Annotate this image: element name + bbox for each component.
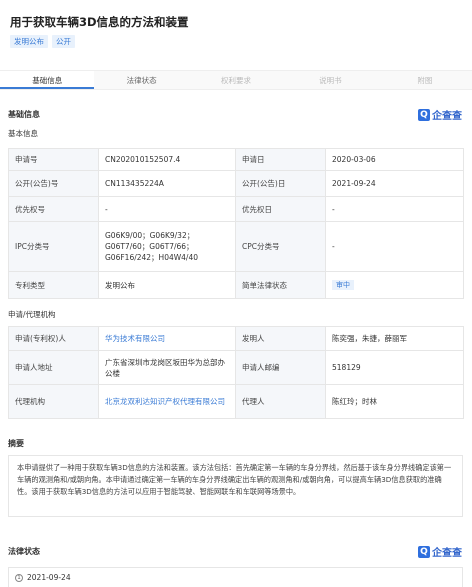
- table-row: 代理机构 北京龙双利达知识产权代理有限公司 代理人 陈红玲；时林: [8, 384, 464, 419]
- table-row: 专利类型 发明公布 简单法律状态 审中: [8, 271, 464, 299]
- field-value: 华为技术有限公司: [98, 326, 236, 351]
- field-label: 申请号: [8, 148, 99, 171]
- qichacha-logo[interactable]: Q 企查查: [418, 544, 462, 559]
- qichacha-icon: Q: [418, 545, 430, 558]
- qichacha-icon: Q: [418, 108, 430, 121]
- field-value: CN113435224A: [98, 170, 236, 197]
- field-label: 优先权日: [235, 196, 326, 222]
- legal-status-badge: 审中: [332, 280, 354, 290]
- tab-basic-info[interactable]: 基础信息: [0, 71, 95, 89]
- field-value: G06K9/00；G06K9/32；G06T7/60；G06T7/66；G06F…: [98, 221, 236, 272]
- field-label: 简单法律状态: [235, 271, 326, 299]
- tab-bar: 基础信息 法律状态 权利要求 说明书 附图: [0, 70, 472, 90]
- field-value: 2021-09-24: [325, 170, 464, 197]
- abstract-title: 摘要: [8, 439, 24, 448]
- field-label: 专利类型: [8, 271, 99, 299]
- field-label: 代理人: [235, 384, 326, 419]
- timeline-index-icon: 1: [15, 573, 23, 582]
- field-value: 北京龙双利达知识产权代理有限公司: [98, 384, 236, 419]
- field-value: 518129: [325, 350, 464, 385]
- applicant-table: 申请(专利权)人 华为技术有限公司 发明人 陈奕强，朱捷，薛丽军 申请人地址 广…: [8, 326, 464, 419]
- field-label: 申请(专利权)人: [8, 326, 99, 351]
- field-label: 发明人: [235, 326, 326, 351]
- table-row: 申请人地址 广东省深圳市龙岗区坂田华为总部办公楼 申请人邮编 518129: [8, 350, 464, 385]
- table-row: 申请(专利权)人 华为技术有限公司 发明人 陈奕强，朱捷，薛丽军: [8, 326, 464, 351]
- basic-info-header: 基础信息 Q 企查查: [8, 107, 462, 122]
- legal-status-header: 法律状态 Q 企查查: [8, 544, 462, 559]
- field-label: CPC分类号: [235, 221, 326, 272]
- applicant-link[interactable]: 华为技术有限公司: [105, 334, 165, 343]
- table-row: 公开(公告)号 CN113435224A 公开(公告)日 2021-09-24: [8, 170, 464, 197]
- tab-claims[interactable]: 权利要求: [189, 71, 283, 89]
- abstract-text: 本申请提供了一种用于获取车辆3D信息的方法和装置。该方法包括：首先确定第一车辆的…: [8, 455, 463, 517]
- page-title: 用于获取车辆3D信息的方法和装置: [10, 15, 189, 29]
- legal-status-title: 法律状态: [8, 547, 40, 556]
- qichacha-brand-text: 企查查: [432, 548, 462, 559]
- field-value: 审中: [325, 271, 464, 299]
- field-value: 陈红玲；时林: [325, 384, 464, 419]
- qichacha-brand-text: 企查查: [432, 111, 462, 122]
- basic-info-subtitle: 基本信息: [8, 129, 38, 138]
- timeline-date: 2021-09-24: [27, 573, 71, 582]
- field-label: 申请人邮编: [235, 350, 326, 385]
- applicant-subtitle: 申请/代理机构: [8, 310, 56, 319]
- field-label: IPC分类号: [8, 221, 99, 272]
- tab-drawings[interactable]: 附图: [378, 71, 472, 89]
- field-label: 申请日: [235, 148, 326, 171]
- tag-publication-type: 发明公布: [10, 35, 48, 48]
- agency-link[interactable]: 北京龙双利达知识产权代理有限公司: [105, 397, 225, 406]
- field-label: 优先权号: [8, 196, 99, 222]
- tag-status: 公开: [52, 35, 75, 48]
- basic-info-title: 基础信息: [8, 110, 40, 119]
- tab-description[interactable]: 说明书: [283, 71, 377, 89]
- tag-list: 发明公布 公开: [10, 35, 462, 48]
- table-row: 申请号 CN202010152507.4 申请日 2020-03-06: [8, 148, 464, 171]
- field-value: 发明公布: [98, 271, 236, 299]
- field-value: CN202010152507.4: [98, 148, 236, 171]
- field-value: -: [325, 221, 464, 272]
- field-value: -: [98, 196, 236, 222]
- table-row: 优先权号 - 优先权日 -: [8, 196, 464, 222]
- tab-legal-status[interactable]: 法律状态: [94, 71, 188, 89]
- qichacha-logo[interactable]: Q 企查查: [418, 107, 462, 122]
- field-value: 陈奕强，朱捷，薛丽军: [325, 326, 464, 351]
- field-label: 申请人地址: [8, 350, 99, 385]
- page-header: 用于获取车辆3D信息的方法和装置 发明公布 公开: [0, 0, 472, 62]
- field-value: 2020-03-06: [325, 148, 464, 171]
- legal-status-timeline: 1 2021-09-24: [8, 567, 463, 587]
- field-label: 公开(公告)号: [8, 170, 99, 197]
- field-label: 公开(公告)日: [235, 170, 326, 197]
- field-value: 广东省深圳市龙岗区坂田华为总部办公楼: [98, 350, 236, 385]
- table-row: IPC分类号 G06K9/00；G06K9/32；G06T7/60；G06T7/…: [8, 221, 464, 272]
- basic-info-table: 申请号 CN202010152507.4 申请日 2020-03-06 公开(公…: [8, 148, 464, 299]
- field-value: -: [325, 196, 464, 222]
- field-label: 代理机构: [8, 384, 99, 419]
